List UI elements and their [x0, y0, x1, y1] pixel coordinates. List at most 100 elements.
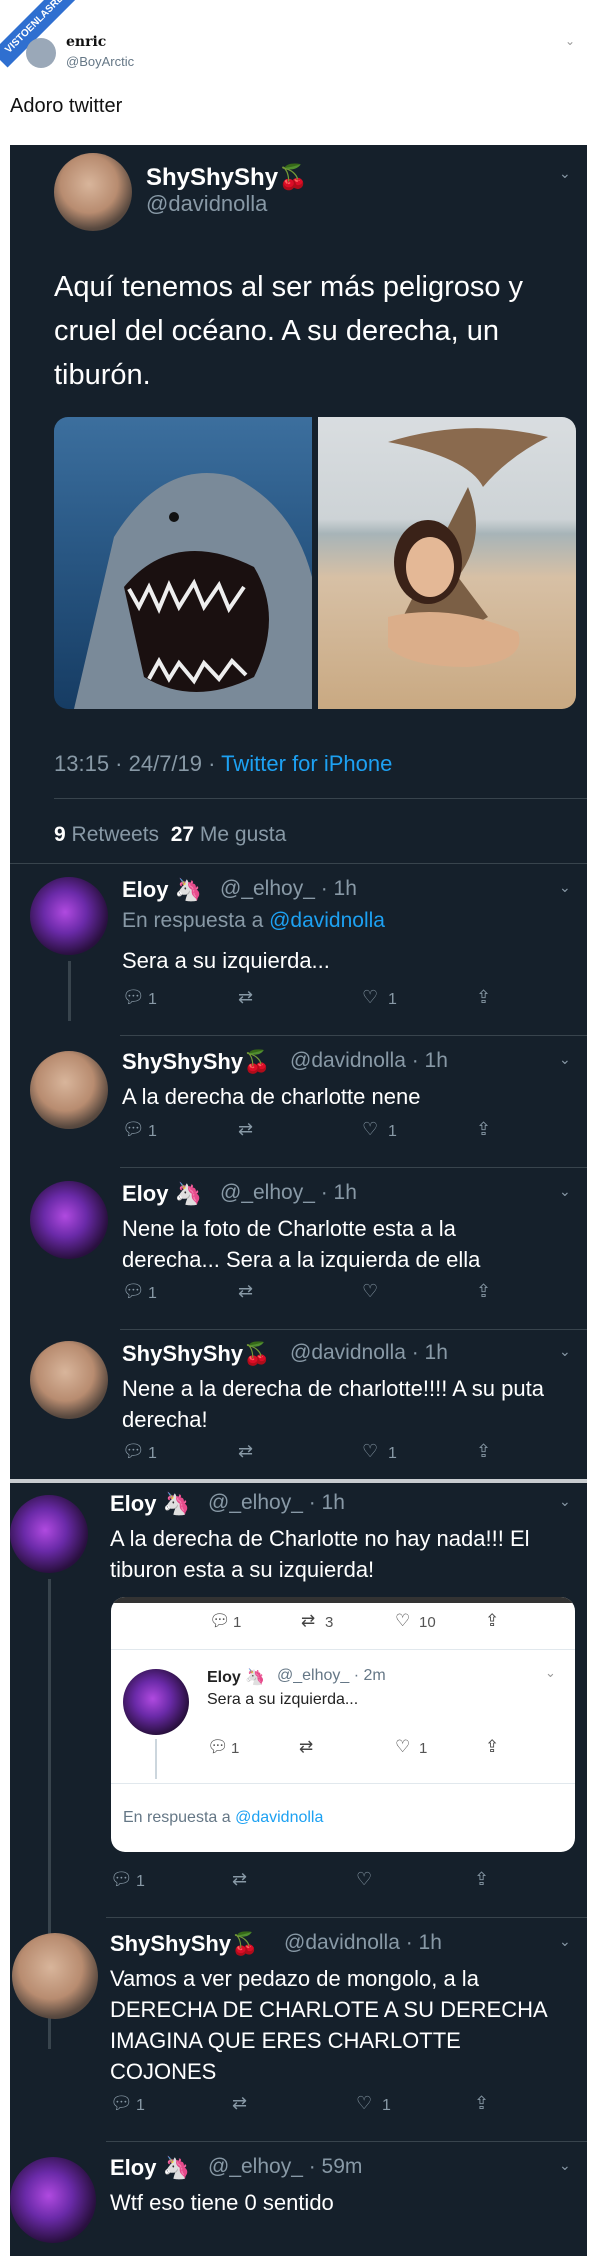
share-icon[interactable]: ⇪	[476, 1441, 491, 1462]
embed-top-strip	[111, 1597, 575, 1603]
embed-reply-to-handle[interactable]: @davidnolla	[235, 1809, 323, 1826]
chevron-down-icon[interactable]: ⌄	[559, 1493, 571, 1510]
avatar[interactable]	[123, 1669, 189, 1735]
reply-icon[interactable]: 💬︎	[122, 1119, 145, 1140]
chevron-down-icon[interactable]: ⌄	[565, 34, 575, 48]
reply-text: Wtf eso tiene 0 sentido	[110, 2190, 334, 2215]
avatar[interactable]	[30, 877, 108, 955]
chevron-down-icon[interactable]: ⌄	[559, 879, 571, 896]
embedded-screenshot[interactable]: 💬︎ 1 ⇄ 3 ♡ 10 ⇪ Eloy 🦄 @_elhoy_ · 2m ⌄ S…	[111, 1597, 575, 1852]
reply-author-name[interactable]: ShyShyShy🍒	[110, 1931, 258, 1957]
avatar[interactable]	[54, 153, 132, 231]
reply-count: 1	[231, 1740, 240, 1757]
like-icon[interactable]: ♡	[395, 1737, 410, 1757]
reply-author-name[interactable]: Eloy 🦄	[122, 877, 202, 903]
avatar[interactable]	[30, 1181, 108, 1259]
like-icon[interactable]: ♡	[356, 1869, 372, 1890]
like-icon[interactable]: ♡	[362, 987, 378, 1008]
reply-icon[interactable]: 💬︎	[110, 2093, 133, 2114]
reply-count: 1	[148, 1445, 157, 1462]
likes-label[interactable]: Me gusta	[194, 823, 286, 846]
reply-to-handle[interactable]: @davidnolla	[269, 909, 385, 932]
retweet-icon[interactable]: ⇄	[301, 1611, 315, 1631]
outer-author-name[interactable]: enric	[66, 34, 106, 50]
reply-icon[interactable]: 💬︎	[110, 1869, 133, 1890]
like-icon[interactable]: ♡	[356, 2093, 372, 2114]
retweet-icon[interactable]: ⇄	[238, 1281, 253, 1302]
chevron-down-icon[interactable]: ⌄	[559, 1183, 571, 1200]
like-count: 1	[388, 1123, 397, 1140]
avatar[interactable]	[26, 38, 56, 68]
chevron-down-icon[interactable]: ⌄	[559, 1933, 571, 1950]
reply-icon[interactable]: 💬︎	[122, 1281, 145, 1302]
chevron-down-icon[interactable]: ⌄	[559, 2157, 571, 2174]
retweet-count: 3	[325, 1614, 334, 1631]
outer-tweet-header: VISTOENLASREDES .COM enric @BoyArctic ⌄ …	[0, 0, 597, 145]
embed-reply-text: Sera a su izquierda...	[207, 1691, 359, 1708]
divider	[111, 1649, 575, 1650]
outer-author-handle[interactable]: @BoyArctic	[66, 54, 134, 69]
main-author-handle[interactable]: @davidnolla	[146, 191, 267, 217]
chevron-down-icon[interactable]: ⌄	[559, 165, 571, 182]
retweet-icon[interactable]: ⇄	[238, 1119, 253, 1140]
avatar[interactable]	[30, 1341, 108, 1419]
reply-count: 1	[148, 1123, 157, 1140]
reply-text: Nene a la derecha de charlotte!!!! A su …	[122, 1376, 544, 1432]
reply-text: Nene la foto de Charlotte esta a la dere…	[122, 1216, 481, 1272]
retweet-icon[interactable]: ⇄	[232, 2093, 247, 2114]
like-count: 1	[382, 2097, 391, 2114]
reply-author-name[interactable]: ShyShyShy🍒	[122, 1341, 270, 1367]
reply-meta: @davidnolla · 1h	[284, 1931, 442, 1954]
like-icon[interactable]: ♡	[362, 1119, 378, 1140]
like-count: 1	[388, 991, 397, 1008]
avatar[interactable]	[30, 1051, 108, 1129]
reply-author-name[interactable]: Eloy 🦄	[110, 2155, 190, 2181]
avatar[interactable]	[10, 2157, 96, 2243]
reply-icon[interactable]: 💬︎	[209, 1611, 231, 1631]
like-icon[interactable]: ♡	[362, 1281, 378, 1302]
share-icon[interactable]: ⇪	[474, 1869, 489, 1890]
share-icon[interactable]: ⇪	[476, 1119, 491, 1140]
tweet-client-link[interactable]: Twitter for iPhone	[221, 751, 392, 776]
reply-author-name[interactable]: Eloy 🦄	[110, 1491, 190, 1517]
reply-count: 1	[148, 991, 157, 1008]
reply-count: 1	[148, 1285, 157, 1302]
dark-screenshot: ShyShyShy🍒 @davidnolla ⌄ Aquí tenemos al…	[10, 145, 587, 2256]
divider	[54, 798, 587, 799]
embed-author-name[interactable]: Eloy 🦄	[207, 1667, 265, 1687]
reply-icon[interactable]: 💬︎	[122, 1441, 145, 1462]
avatar[interactable]	[10, 1495, 88, 1573]
mermaid-image[interactable]	[318, 417, 576, 709]
chevron-down-icon[interactable]: ⌄	[559, 1051, 571, 1068]
embed-reply-to-line: En respuesta a @davidnolla	[123, 1809, 323, 1827]
reply-author-name[interactable]: Eloy 🦄	[122, 1181, 202, 1207]
share-icon[interactable]: ⇪	[485, 1611, 499, 1631]
reply-icon[interactable]: 💬︎	[122, 987, 145, 1008]
reply-meta: @davidnolla · 1h	[290, 1049, 448, 1072]
divider	[106, 2141, 587, 2142]
embed-meta: @_elhoy_ · 2m	[277, 1667, 386, 1684]
retweet-icon[interactable]: ⇄	[299, 1737, 313, 1757]
chevron-down-icon[interactable]: ⌄	[559, 1343, 571, 1360]
shark-image[interactable]	[54, 417, 312, 709]
reply-meta: @_elhoy_ · 1h	[220, 877, 357, 900]
retweet-count[interactable]: 9	[54, 823, 66, 846]
retweet-icon[interactable]: ⇄	[238, 987, 253, 1008]
share-icon[interactable]: ⇪	[485, 1737, 499, 1757]
share-icon[interactable]: ⇪	[474, 2093, 489, 2114]
share-icon[interactable]: ⇪	[476, 1281, 491, 1302]
retweet-icon[interactable]: ⇄	[238, 1441, 253, 1462]
chevron-down-icon[interactable]: ⌄	[545, 1665, 556, 1681]
retweets-label[interactable]: Retweets	[66, 823, 160, 846]
reply-author-name[interactable]: ShyShyShy🍒	[122, 1049, 270, 1075]
like-icon[interactable]: ♡	[362, 1441, 378, 1462]
main-tweet-text: Aquí tenemos al ser más peligroso y crue…	[54, 271, 524, 391]
mermaid-illustration	[388, 428, 548, 667]
retweet-icon[interactable]: ⇄	[232, 1869, 247, 1890]
avatar[interactable]	[12, 1933, 98, 2019]
share-icon[interactable]: ⇪	[476, 987, 491, 1008]
like-count[interactable]: 27	[171, 823, 194, 846]
like-icon[interactable]: ♡	[395, 1611, 410, 1631]
reply-icon[interactable]: 💬︎	[207, 1737, 229, 1757]
main-author-name[interactable]: ShyShyShy🍒	[146, 163, 308, 192]
